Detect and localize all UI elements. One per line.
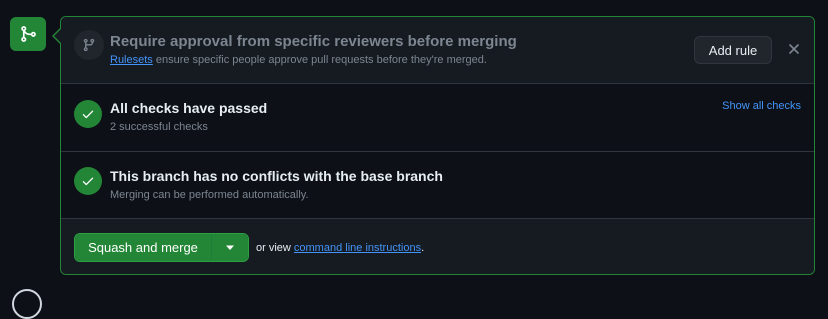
command-line-hint: or view command line instructions. xyxy=(256,242,424,254)
merge-button-group: Squash and merge xyxy=(74,233,249,262)
merge-actions: Squash and merge or view command line in… xyxy=(61,219,814,274)
conflicts-section: This branch has no conflicts with the ba… xyxy=(61,152,814,219)
triangle-down-icon xyxy=(226,245,234,250)
conflicts-subtitle: Merging can be performed automatically. xyxy=(110,189,309,201)
checks-subtitle: 2 successful checks xyxy=(110,121,208,133)
avatar[interactable] xyxy=(12,289,42,319)
checks-status-icon xyxy=(74,100,102,128)
git-merge-icon xyxy=(21,26,36,42)
checks-title: All checks have passed xyxy=(110,100,268,116)
conflicts-title: This branch has no conflicts with the ba… xyxy=(110,168,443,184)
rulesets-link[interactable]: Rulesets xyxy=(110,54,153,66)
panel-caret-fill xyxy=(54,29,61,43)
ruleset-suggestion: Require approval from specific reviewers… xyxy=(61,17,814,84)
add-rule-button[interactable]: Add rule xyxy=(694,36,772,64)
dismiss-button[interactable] xyxy=(786,41,802,57)
show-all-checks-link[interactable]: Show all checks xyxy=(722,100,801,112)
ruleset-description-text: ensure specific people approve pull requ… xyxy=(152,54,487,66)
checks-section: All checks have passed 2 successful chec… xyxy=(61,84,814,152)
merge-box: Require approval from specific reviewers… xyxy=(60,16,815,275)
or-view-text: or view xyxy=(256,242,294,254)
ruleset-title: Require approval from specific reviewers… xyxy=(110,33,517,50)
merge-method-dropdown-button[interactable] xyxy=(212,234,248,261)
ruleset-description: Rulesets ensure specific people approve … xyxy=(110,54,487,66)
check-icon xyxy=(82,177,94,186)
git-branch-icon xyxy=(83,38,95,52)
command-line-instructions-link[interactable]: command line instructions xyxy=(294,242,421,254)
conflicts-status-icon xyxy=(74,167,102,195)
close-icon xyxy=(789,44,799,54)
check-icon xyxy=(82,110,94,119)
squash-and-merge-button[interactable]: Squash and merge xyxy=(75,234,212,261)
trailing-period: . xyxy=(421,242,425,254)
merge-status-badge xyxy=(10,17,46,51)
ruleset-icon-container xyxy=(74,30,104,60)
